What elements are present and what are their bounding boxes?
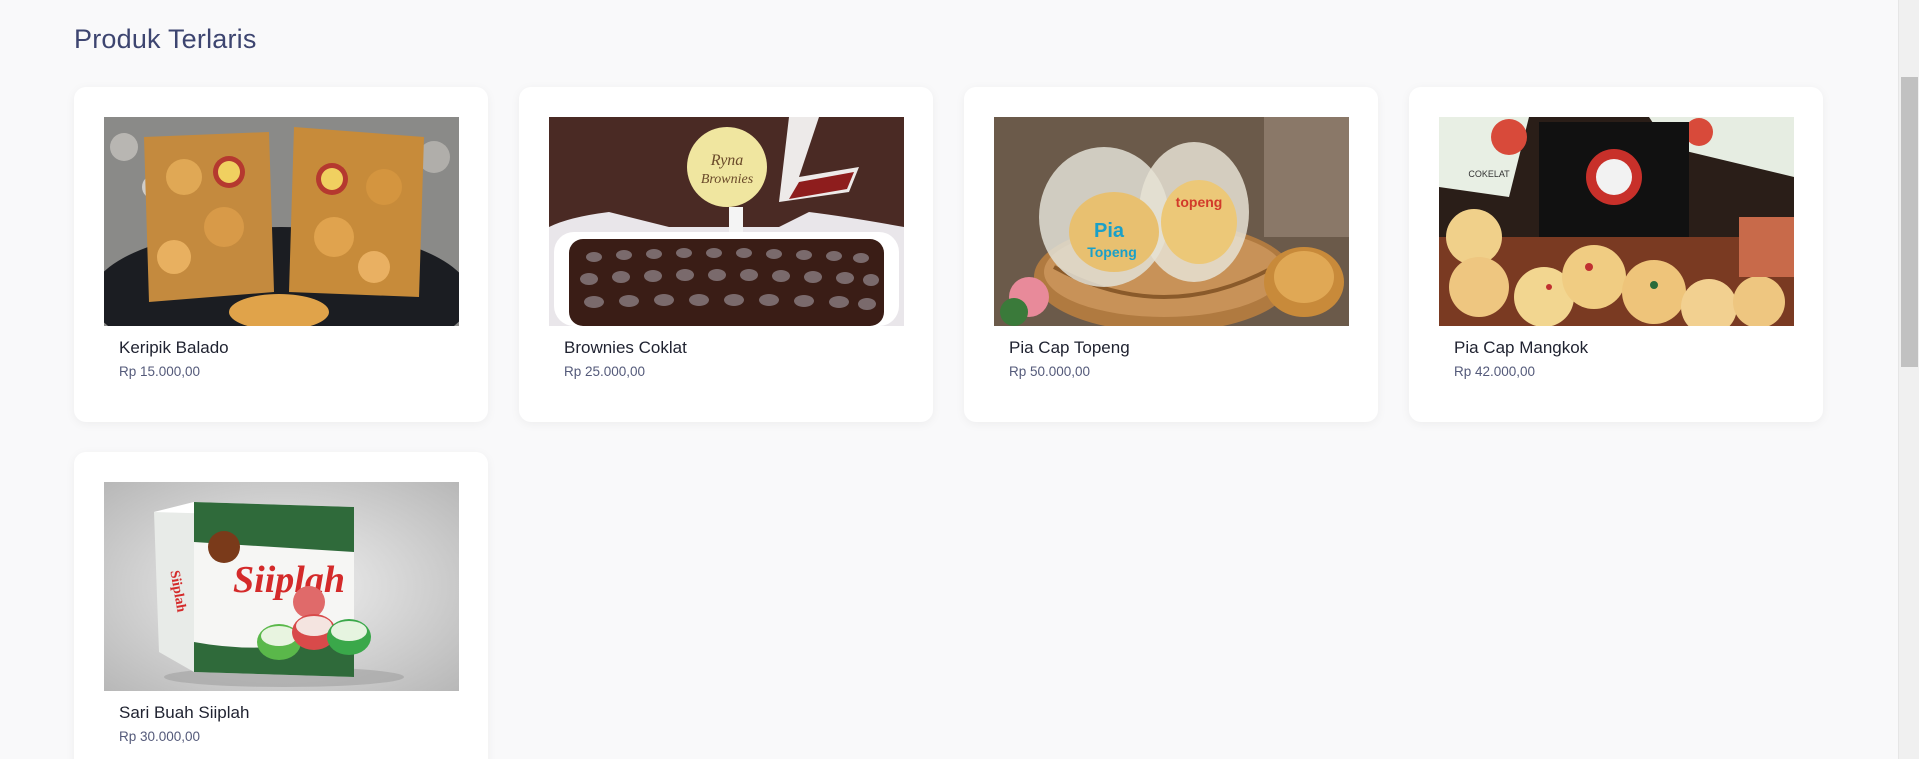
product-name[interactable]: Pia Cap Topeng	[1009, 338, 1130, 358]
product-price: Rp 42.000,00	[1454, 364, 1536, 379]
svg-text:Brownies: Brownies	[701, 172, 754, 187]
svg-text:Topeng: Topeng	[1087, 244, 1137, 260]
svg-text:Ryna: Ryna	[710, 152, 744, 169]
section-title: Produk Terlaris	[74, 24, 257, 54]
svg-text:Pia: Pia	[1094, 220, 1125, 242]
product-card[interactable]: Keripik Balado Rp 15.000,00	[74, 87, 488, 422]
svg-text:topeng: topeng	[1176, 194, 1223, 210]
chips-product-photo[interactable]	[104, 117, 459, 326]
svg-text:Siiplah: Siiplah	[233, 559, 345, 601]
page: Produk Terlaris Keripik Balado Rp 15.000…	[0, 0, 1919, 759]
juice-box-product-photo[interactable]: Siiplah Siiplah	[104, 482, 459, 691]
vertical-scrollbar[interactable]	[1898, 0, 1919, 759]
product-name[interactable]: Keripik Balado	[119, 338, 229, 358]
product-card[interactable]: Siiplah Siiplah Sari Buah Siiplah Rp 30.…	[74, 452, 488, 759]
product-price: Rp 25.000,00	[564, 364, 646, 379]
scrollbar-thumb[interactable]	[1901, 77, 1918, 367]
pia-mangkok-product-photo[interactable]: COKELAT	[1439, 117, 1794, 326]
product-name[interactable]: Brownies Coklat	[564, 338, 687, 358]
product-card[interactable]: Ryna Brownies Brownies Coklat Rp 25.000,…	[519, 87, 933, 422]
product-grid: Keripik Balado Rp 15.000,00 Ryna Brownie…	[74, 87, 1823, 759]
product-price: Rp 30.000,00	[119, 729, 201, 744]
product-name[interactable]: Pia Cap Mangkok	[1454, 338, 1588, 358]
product-name[interactable]: Sari Buah Siiplah	[119, 703, 249, 723]
product-card[interactable]: Pia Topeng topeng Pia Cap Topeng Rp 50.0…	[964, 87, 1378, 422]
product-price: Rp 50.000,00	[1009, 364, 1091, 379]
product-price: Rp 15.000,00	[119, 364, 201, 379]
brownies-product-photo[interactable]: Ryna Brownies	[549, 117, 904, 326]
pia-basket-product-photo[interactable]: Pia Topeng topeng	[994, 117, 1349, 326]
svg-text:COKELAT: COKELAT	[1468, 169, 1510, 179]
product-card[interactable]: COKELAT Pia Cap Mangkok Rp 42.000,00	[1409, 87, 1823, 422]
